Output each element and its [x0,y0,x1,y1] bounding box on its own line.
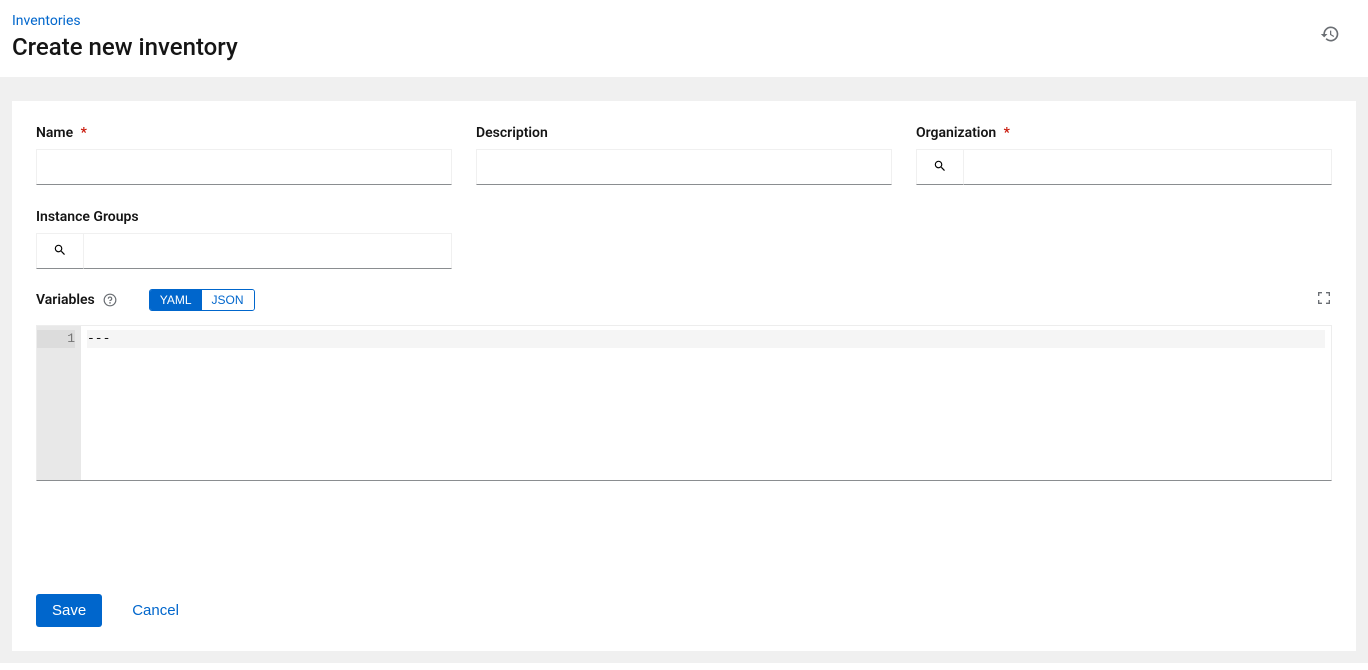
search-icon [53,243,67,260]
name-label-text: Name [36,125,73,141]
cancel-button[interactable]: Cancel [132,602,179,619]
description-label: Description [476,125,892,141]
main-background: Name * Description Organization * [0,77,1368,663]
instance-groups-input[interactable] [84,233,452,269]
description-label-text: Description [476,125,548,141]
yaml-toggle[interactable]: YAML [150,290,202,310]
required-star: * [81,125,87,141]
json-toggle[interactable]: JSON [202,290,254,310]
description-input[interactable] [476,149,892,185]
description-group: Description [476,125,892,185]
history-icon[interactable] [1320,24,1340,48]
form-card: Name * Description Organization * [12,101,1356,651]
required-star: * [1004,125,1010,141]
editor-content[interactable]: --- [81,326,1331,480]
code-line-1: --- [87,330,1325,348]
organization-input[interactable] [964,149,1332,185]
variables-editor[interactable]: 1 --- [36,325,1332,481]
name-group: Name * [36,125,452,185]
breadcrumb-inventories-link[interactable]: Inventories [12,13,81,29]
variables-header: Variables YAML JSON [36,289,1332,311]
organization-lookup [916,149,1332,185]
organization-label: Organization * [916,125,1332,141]
instance-groups-lookup [36,233,452,269]
save-button[interactable]: Save [36,594,102,627]
expand-icon[interactable] [1316,290,1332,310]
name-label: Name * [36,125,452,141]
instance-groups-search-button[interactable] [36,233,84,269]
instance-groups-label: Instance Groups [36,209,452,225]
variables-toggle: YAML JSON [149,289,255,311]
instance-groups-group: Instance Groups [36,209,452,269]
variables-label: Variables [36,292,95,308]
help-icon[interactable] [103,293,117,307]
organization-search-button[interactable] [916,149,964,185]
instance-groups-label-text: Instance Groups [36,209,139,225]
search-icon [933,159,947,176]
editor-gutter: 1 [37,326,81,480]
page-title: Create new inventory [12,33,1356,61]
organization-label-text: Organization [916,125,996,141]
action-buttons: Save Cancel [36,594,179,627]
name-input[interactable] [36,149,452,185]
line-number: 1 [37,330,75,348]
page-header: Inventories Create new inventory [0,0,1368,77]
organization-group: Organization * [916,125,1332,185]
form-row-1: Name * Description Organization * [36,125,1332,185]
